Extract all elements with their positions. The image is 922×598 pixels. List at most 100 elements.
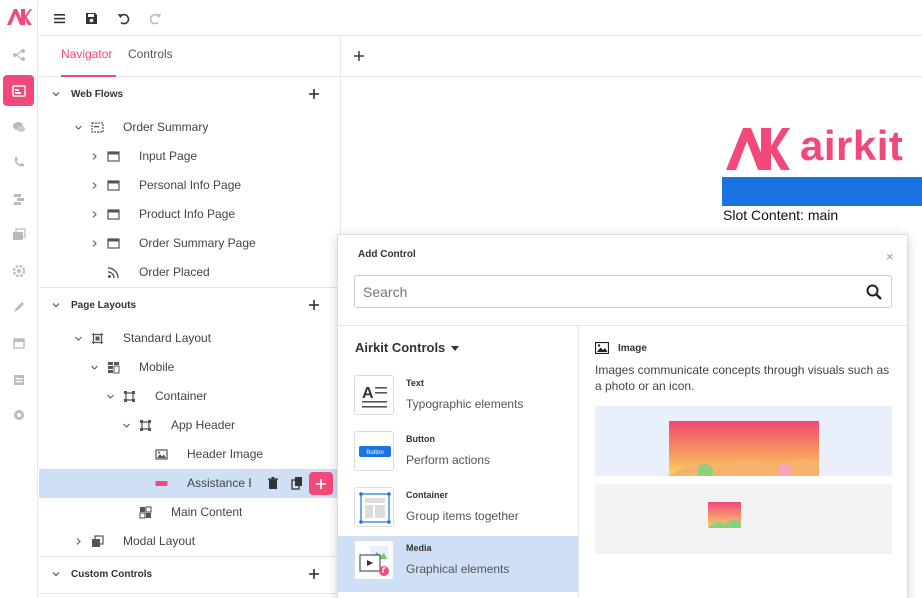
- section-divider: [39, 556, 341, 557]
- tree-item-header-image[interactable]: Header Image: [39, 440, 341, 469]
- theme-icon[interactable]: [10, 298, 28, 316]
- add-web-flow-icon[interactable]: [307, 87, 321, 101]
- dialog-column-divider: [578, 326, 579, 598]
- table-icon[interactable]: [10, 371, 28, 389]
- section-label: Web Flows: [71, 89, 124, 100]
- flows-icon[interactable]: [10, 46, 28, 64]
- settings-icon[interactable]: [10, 262, 28, 280]
- media-control-icon: [354, 540, 394, 580]
- section-label: Custom Controls: [71, 569, 153, 580]
- chevron-right-icon[interactable]: [74, 537, 83, 546]
- tree-item-personal-info-page[interactable]: Personal Info Page: [39, 171, 341, 200]
- control-item-container[interactable]: Container Group items together: [338, 483, 578, 539]
- tree-item-modal-layout[interactable]: Modal Layout: [39, 527, 341, 556]
- chevron-down-icon[interactable]: [74, 334, 83, 343]
- tab-navigator[interactable]: Navigator: [61, 47, 112, 61]
- data-icon[interactable]: [10, 190, 28, 208]
- canvas-divider: [342, 76, 922, 77]
- airkit-logo[interactable]: [6, 8, 32, 26]
- control-description: Typographic elements: [406, 397, 524, 411]
- active-tab-indicator: [61, 75, 116, 77]
- section-web-flows[interactable]: Web Flows: [39, 80, 341, 110]
- rss-icon: [107, 267, 119, 279]
- phone-icon[interactable]: [10, 153, 28, 171]
- control-item-media[interactable]: Media Graphical elements: [338, 536, 578, 592]
- chat-icon[interactable]: [10, 118, 28, 136]
- add-control-button[interactable]: [309, 472, 333, 495]
- chevron-down-icon[interactable]: [106, 392, 115, 401]
- container-icon: [140, 420, 151, 431]
- control-name: Text: [406, 378, 424, 388]
- slot-icon: [139, 506, 152, 519]
- mobile-layout-icon: [108, 362, 120, 374]
- tab-controls[interactable]: Controls: [128, 47, 173, 61]
- tree-item-label: Assistance E: [187, 476, 251, 490]
- container-control-icon: [354, 487, 394, 527]
- tree-item-standard-layout[interactable]: Standard Layout: [39, 324, 341, 353]
- chevron-down-icon[interactable]: [51, 89, 61, 99]
- tree-item-main-content[interactable]: Main Content: [39, 498, 341, 527]
- tree-item-input-page[interactable]: Input Page: [39, 142, 341, 171]
- category-dropdown[interactable]: Airkit Controls: [355, 340, 460, 355]
- media-icon[interactable]: [10, 226, 28, 244]
- tree-item-label: Main Content: [171, 505, 243, 519]
- page-icon: [107, 209, 120, 220]
- add-custom-control-icon[interactable]: [307, 567, 321, 581]
- search-icon[interactable]: [865, 283, 883, 301]
- add-canvas-icon[interactable]: [353, 50, 365, 62]
- chevron-down-icon[interactable]: [51, 569, 61, 579]
- layout-preview[interactable]: airkit Slot Content: main: [722, 120, 922, 234]
- section-divider: [39, 287, 341, 288]
- section-page-layouts[interactable]: Page Layouts: [39, 291, 341, 321]
- tree-item-product-info-page[interactable]: Product Info Page: [39, 200, 341, 229]
- tree-item-assistance[interactable]: Assistance E: [39, 469, 341, 498]
- chevron-down-icon[interactable]: [51, 300, 61, 310]
- control-description: Perform actions: [406, 453, 491, 467]
- search-input[interactable]: [363, 282, 843, 302]
- chevron-right-icon[interactable]: [90, 210, 99, 219]
- close-icon[interactable]: ×: [886, 249, 894, 264]
- menu-icon[interactable]: [50, 9, 68, 27]
- slot-content-label: Slot Content: main: [723, 207, 839, 223]
- image-preview-large[interactable]: [595, 406, 892, 476]
- modal-layout-icon: [92, 535, 104, 547]
- caret-down-icon: [451, 346, 460, 352]
- search-box: [354, 275, 892, 308]
- tree-item-app-header[interactable]: App Header: [39, 411, 341, 440]
- airkit-logo: [726, 128, 790, 170]
- tree-item-label: Header Image: [187, 447, 264, 461]
- chevron-right-icon[interactable]: [90, 181, 99, 190]
- section-custom-controls[interactable]: Custom Controls: [39, 560, 341, 590]
- tree-item-container[interactable]: Container: [39, 382, 341, 411]
- duplicate-icon[interactable]: [290, 476, 304, 490]
- tree-item-order-summary-page[interactable]: Order Summary Page: [39, 229, 341, 258]
- chevron-right-icon[interactable]: [90, 152, 99, 161]
- tree-item-order-summary[interactable]: Order Summary: [39, 113, 341, 142]
- chevron-down-icon[interactable]: [122, 421, 131, 430]
- detail-description: Images communicate concepts through visu…: [595, 363, 890, 393]
- tree-item-label: Modal Layout: [123, 534, 196, 548]
- tree-item-mobile[interactable]: Mobile: [39, 353, 341, 382]
- chevron-down-icon[interactable]: [74, 123, 83, 132]
- calendar-icon[interactable]: [10, 334, 28, 352]
- preview-app-header-bar[interactable]: [722, 177, 922, 206]
- button-element-icon: [155, 481, 168, 486]
- save-icon[interactable]: [82, 9, 100, 27]
- preview-header-image[interactable]: airkit: [722, 120, 922, 177]
- add-page-layout-icon[interactable]: [307, 298, 321, 312]
- undo-icon[interactable]: [114, 9, 132, 27]
- redo-icon[interactable]: [146, 9, 164, 27]
- control-item-text[interactable]: A Text Typographic elements: [338, 371, 578, 427]
- page-icon: [107, 180, 120, 191]
- chevron-down-icon[interactable]: [90, 363, 99, 372]
- control-item-button[interactable]: Button Button Perform actions: [338, 427, 578, 483]
- web-flows-icon[interactable]: [3, 75, 34, 106]
- control-name: Container: [406, 490, 449, 500]
- text-control-icon: A: [354, 375, 394, 415]
- chevron-right-icon[interactable]: [90, 239, 99, 248]
- delete-icon[interactable]: [266, 476, 280, 490]
- tree-item-label: Order Placed: [139, 265, 210, 279]
- integrations-icon[interactable]: [10, 406, 28, 424]
- tree-item-order-placed[interactable]: Order Placed: [39, 258, 341, 287]
- image-preview-small[interactable]: [595, 484, 892, 554]
